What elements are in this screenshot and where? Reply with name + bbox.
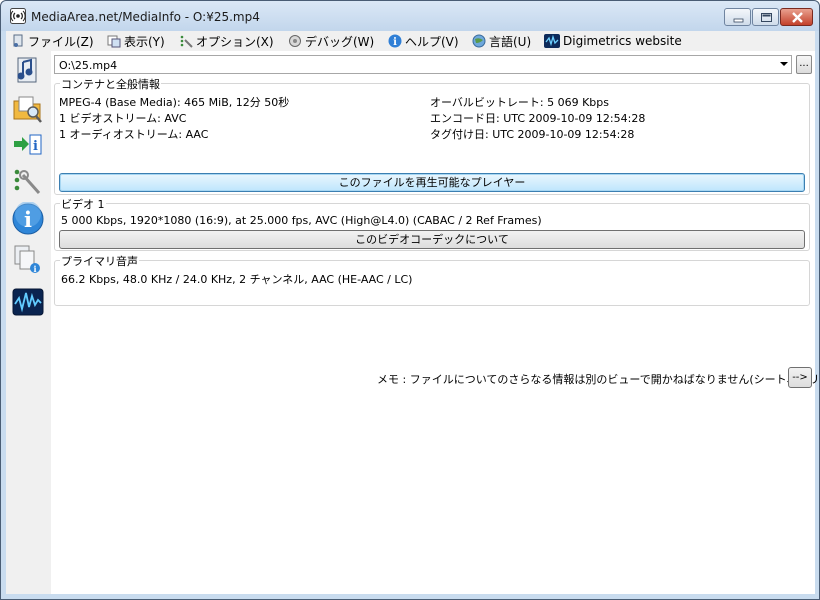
general-group-label: コンテナと全般情報 (60, 76, 161, 92)
general-line-encoded-date: エンコード日: UTC 2009-10-09 12:54:28 (430, 112, 646, 125)
maximize-icon (761, 13, 772, 22)
general-line-audio-streams: 1 オーディオストリーム: AAC (59, 128, 209, 141)
menu-bar: ファイル(Z) 表示(Y) オプション(X) デバッグ(W) i ヘルプ(V) … (6, 31, 815, 51)
menu-digimetrics[interactable]: Digimetrics website (544, 33, 682, 49)
client-area: i i i O:\25.mp4 ... コンテナと全般情報 MPEG-4 (Ba… (6, 51, 820, 594)
menu-language[interactable]: 言語(U) (472, 33, 531, 49)
general-line-video-streams: 1 ビデオストリーム: AVC (59, 112, 187, 125)
open-folder-icon[interactable] (11, 91, 45, 125)
svg-text:i: i (393, 37, 397, 48)
video-info-line: 5 000 Kbps, 1920*1080 (16:9), at 25.000 … (61, 214, 542, 227)
menu-options[interactable]: オプション(X) (179, 33, 274, 49)
debug-icon (289, 35, 301, 47)
menu-language-label: 言語(U) (489, 34, 532, 49)
general-group: コンテナと全般情報 MPEG-4 (Base Media): 465 MiB, … (54, 76, 810, 195)
file-icon (13, 34, 23, 47)
digimetrics-icon (544, 34, 560, 48)
menu-file[interactable]: ファイル(Z) (11, 33, 94, 49)
mediainfo-app-icon (10, 8, 26, 24)
sidebar: i i i (6, 51, 50, 594)
chevron-down-icon (780, 62, 788, 66)
general-line-format: MPEG-4 (Base Media): 465 MiB, 12分 50秒 (59, 96, 290, 109)
sheet-view-icon[interactable]: i (11, 243, 45, 277)
minimize-icon (733, 18, 744, 23)
about-icon[interactable]: i (11, 202, 45, 236)
switch-view-button[interactable]: --> (788, 367, 812, 388)
close-button[interactable] (780, 8, 813, 26)
svg-text:i: i (24, 207, 32, 232)
general-line-bitrate: オーバルビットレート: 5 069 Kbps (430, 96, 609, 109)
audio-info-line: 66.2 Kbps, 48.0 KHz / 24.0 KHz, 2 チャンネル,… (61, 273, 413, 286)
menu-digimetrics-label: Digimetrics website (563, 34, 682, 48)
main-panel: O:\25.mp4 ... コンテナと全般情報 MPEG-4 (Base Med… (51, 51, 820, 594)
maximize-button[interactable] (752, 8, 779, 26)
menu-debug-label: デバッグ(W) (305, 34, 375, 49)
file-selector-value: O:\25.mp4 (59, 59, 118, 72)
mediainfo-window: MediaArea.net/MediaInfo - O:¥25.mp4 ファイル… (0, 0, 820, 600)
menu-help[interactable]: i ヘルプ(V) (388, 33, 459, 49)
general-line-tagged-date: タグ付け日: UTC 2009-10-09 12:54:28 (430, 128, 635, 141)
video-group: ビデオ 1 5 000 Kbps, 1920*1080 (16:9), at 2… (54, 196, 810, 251)
help-icon: i (388, 34, 402, 48)
menu-debug[interactable]: デバッグ(W) (288, 33, 374, 49)
menu-help-label: ヘルプ(V) (405, 34, 459, 49)
players-button[interactable]: このファイルを再生可能なプレイヤー (59, 173, 805, 192)
memo-text: メモ : ファイルについてのさらなる情報は別のビューで開かねばなりません(シート… (377, 373, 820, 386)
menu-view-label: 表示(Y) (124, 34, 165, 49)
options-icon (180, 35, 193, 48)
menu-file-label: ファイル(Z) (28, 34, 94, 49)
preferences-icon[interactable] (11, 165, 45, 199)
audio-group-label: プライマリ音声 (60, 253, 139, 269)
svg-text:i: i (33, 264, 36, 274)
video-codec-button[interactable]: このビデオコーデックについて (59, 230, 805, 249)
digimetrics-icon[interactable] (11, 285, 45, 319)
browse-button[interactable]: ... (796, 55, 812, 74)
file-selector[interactable]: O:\25.mp4 (54, 55, 792, 74)
export-icon[interactable]: i (11, 128, 45, 162)
menu-options-label: オプション(X) (196, 34, 274, 49)
menu-view[interactable]: 表示(Y) (107, 33, 165, 49)
close-icon (792, 12, 803, 23)
minimize-button[interactable] (724, 8, 751, 26)
svg-text:i: i (33, 139, 38, 154)
audio-group: プライマリ音声 66.2 Kbps, 48.0 KHz / 24.0 KHz, … (54, 253, 810, 306)
language-icon (472, 34, 486, 48)
title-bar[interactable]: MediaArea.net/MediaInfo - O:¥25.mp4 (1, 1, 819, 31)
view-icon (107, 35, 121, 48)
open-file-icon[interactable] (11, 54, 45, 88)
video-group-label: ビデオ 1 (60, 196, 106, 212)
window-title: MediaArea.net/MediaInfo - O:¥25.mp4 (31, 10, 260, 24)
